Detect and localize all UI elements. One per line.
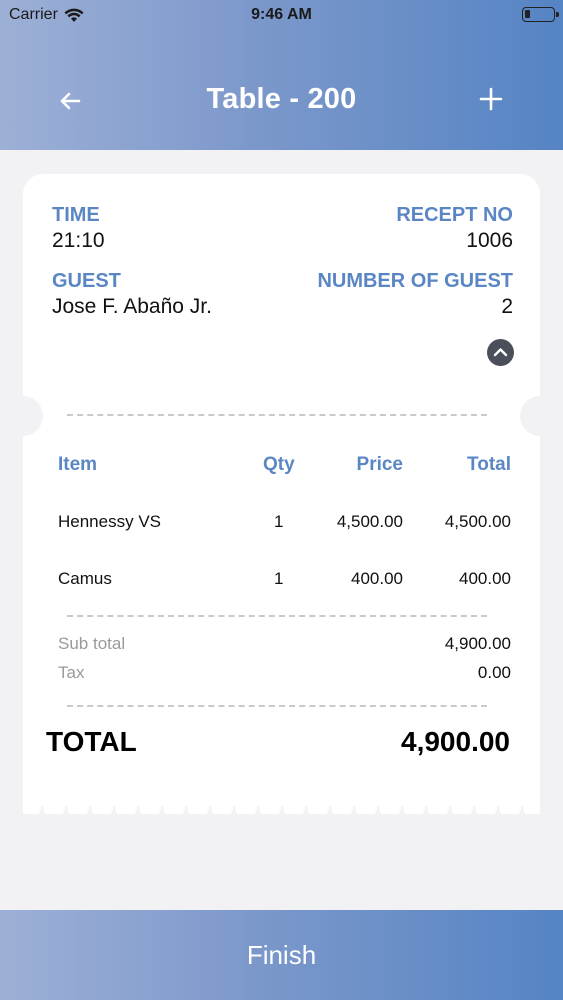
row-price: 4,500.00 [336, 512, 403, 531]
receipt-number-label: RECEPT NO [396, 204, 513, 226]
row-qty: 1 [274, 569, 284, 588]
tax-label: Tax [58, 663, 85, 682]
guest-label: GUEST [52, 270, 121, 292]
total-value: 4,900.00 [401, 726, 510, 757]
guest-count-label: NUMBER OF GUEST [317, 270, 513, 292]
time-value: 21:10 [52, 229, 105, 252]
receipt-notch-right [520, 396, 560, 436]
total-label: TOTAL [46, 726, 137, 757]
collapse-button[interactable] [487, 339, 514, 366]
divider [67, 414, 487, 416]
battery-icon [522, 7, 559, 22]
column-header-qty: Qty [263, 454, 295, 475]
subtotal-label: Sub total [58, 634, 126, 653]
column-header-price: Price [356, 454, 403, 475]
receipt-number-value: 1006 [466, 229, 513, 252]
time-label: TIME [52, 204, 100, 226]
divider [67, 705, 487, 707]
row-qty: 1 [274, 512, 284, 531]
receipt-scallop-edge [23, 796, 540, 814]
receipt-notch-left [3, 396, 43, 436]
row-item: Hennessy VS [58, 512, 161, 531]
plus-icon[interactable] [476, 84, 506, 114]
row-total: 400.00 [459, 569, 511, 588]
guest-count-value: 2 [501, 295, 513, 318]
column-header-item: Item [58, 454, 98, 475]
status-time: 9:46 AM [251, 6, 312, 23]
row-total: 4,500.00 [444, 512, 511, 531]
status-bar: Carrier 9:46 AM [0, 0, 563, 30]
guest-value: Jose F. Abaño Jr. [52, 295, 212, 318]
receipt-card-separator [23, 396, 540, 436]
chevron-up-icon [493, 348, 508, 357]
header-bar: Carrier 9:46 AM Table - 200 [0, 0, 563, 150]
finish-button[interactable]: Finish [0, 910, 563, 1000]
tax-value: 0.00 [477, 663, 511, 682]
divider [67, 615, 487, 617]
row-item: Camus [58, 569, 112, 588]
column-header-total: Total [467, 454, 511, 475]
subtotal-value: 4,900.00 [444, 634, 511, 653]
row-price: 400.00 [351, 569, 403, 588]
